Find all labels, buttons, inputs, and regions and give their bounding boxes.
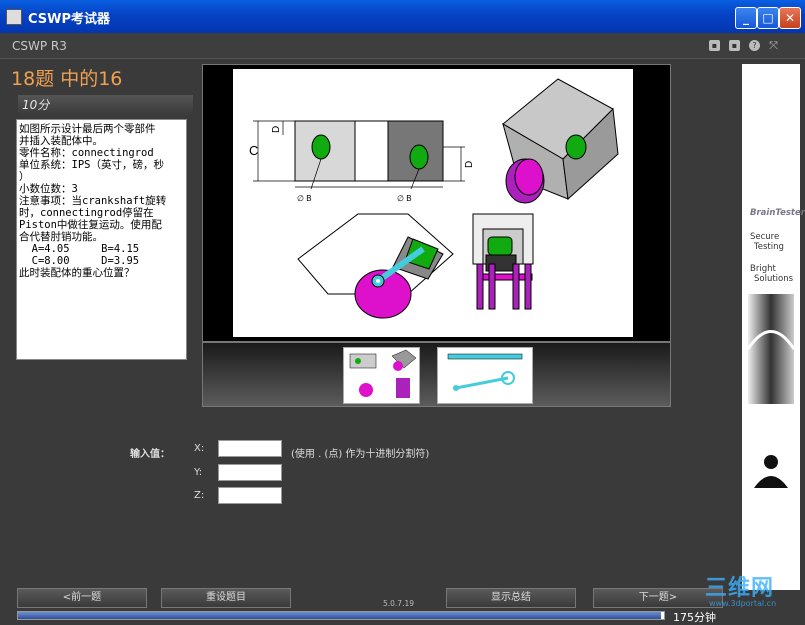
window-title: CSWP考试器 <box>28 12 111 27</box>
save-icon[interactable]: ▪ <box>709 40 720 51</box>
x-input[interactable] <box>218 440 282 457</box>
question-line: Piston中做往复运动。使用配 <box>19 219 162 231</box>
thumbnail-1[interactable] <box>343 347 420 404</box>
ad-text: Bright <box>750 264 776 274</box>
section-view <box>472 213 534 310</box>
maximize-button[interactable]: □ <box>757 7 779 29</box>
window-titlebar: CSWP考试器 _ □ ✕ <box>0 0 805 33</box>
question-line: 如图所示设计最后两个零部件 <box>19 123 156 135</box>
ortho-view: C D D ∅ B ∅ B <box>249 120 475 203</box>
question-points: 10分 <box>18 95 193 115</box>
close-button[interactable]: ✕ <box>779 7 801 29</box>
thumbnail-1-image <box>349 349 417 398</box>
question-title: 18题 中的16 <box>11 68 123 90</box>
time-remaining: 175分钟 <box>673 611 716 624</box>
crank-view <box>297 213 454 319</box>
time-progress-bar <box>17 611 665 620</box>
version-label: 5.0.7.19 <box>383 599 415 608</box>
part-drawing: C D D ∅ B ∅ B <box>249 78 619 319</box>
person-silhouette-icon <box>754 455 788 488</box>
question-image-frame: C D D ∅ B ∅ B <box>202 64 671 342</box>
dim-b-right-label: ∅ B <box>397 194 412 203</box>
metal-graphic <box>746 294 796 404</box>
ad-text: Testing <box>754 242 784 252</box>
brand-panel: BrainTester Secure Testing Bright Soluti… <box>742 64 805 590</box>
decimal-hint: (使用 . (点) 作为十进制分割符) <box>291 449 430 460</box>
question-line: 并插入装配体中。 <box>19 135 103 147</box>
thumbnail-strip <box>202 342 671 407</box>
watermark-url: www.3dportal.cn <box>709 599 777 608</box>
y-label: Y: <box>194 467 203 478</box>
question-line: ） <box>19 171 30 183</box>
question-line: 零件名称：connectingrod <box>19 147 154 159</box>
watermark-logo: 三维网 <box>705 576 775 601</box>
print-icon[interactable]: ▪ <box>729 40 740 51</box>
next-question-button[interactable]: 下一题> <box>593 588 723 608</box>
z-input[interactable] <box>218 487 282 504</box>
question-image: C D D ∅ B ∅ B <box>233 69 633 337</box>
help-icon[interactable]: ? <box>749 40 760 51</box>
question-text: 如图所示设计最后两个零部件 并插入装配体中。 零件名称：connectingro… <box>16 119 187 360</box>
minimize-button[interactable]: _ <box>735 7 757 29</box>
app-header: CSWP R3 ▪ ▪ ? ⤧ <box>0 33 805 59</box>
isometric-view <box>502 78 619 204</box>
ad-text: Secure <box>750 232 780 242</box>
input-values-label: 输入值： <box>130 449 170 460</box>
app-icon <box>6 9 22 25</box>
thumbnail-2[interactable] <box>437 347 533 404</box>
brand-logo: BrainTester <box>750 208 805 218</box>
show-summary-button[interactable]: 显示总结 <box>446 588 576 608</box>
thumbnail-2-image <box>447 353 523 391</box>
question-line: 合代替肘销功能。 <box>19 231 103 243</box>
question-line: 此时装配体的重心位置？ <box>19 267 135 279</box>
reset-question-button[interactable]: 重设题目 <box>161 588 291 608</box>
ad-text: Solutions <box>754 274 794 284</box>
app-name: CSWP R3 <box>12 39 67 53</box>
question-line: A=4.05 B=4.15 <box>19 243 140 255</box>
fullscreen-icon[interactable]: ⤧ <box>768 40 779 51</box>
time-progress-fill <box>18 612 662 619</box>
question-line: 小数位数：3 <box>19 183 78 195</box>
z-label: Z: <box>194 490 205 501</box>
question-line: 单位系统：IPS（英寸，磅，秒 <box>19 159 164 171</box>
dim-d-top-label: D <box>271 126 282 133</box>
dim-d-right-label: D <box>464 161 475 168</box>
prev-question-button[interactable]: <前一题 <box>17 588 147 608</box>
question-line: C=8.00 D=3.95 <box>19 255 140 267</box>
y-input[interactable] <box>218 464 282 481</box>
x-label: X: <box>194 443 205 454</box>
question-line: 注意事项：当crankshaft旋转 <box>19 195 167 207</box>
question-line: 时，connectingrod停留在 <box>19 207 154 219</box>
dim-c-label: C <box>249 143 258 158</box>
dim-b-left-label: ∅ B <box>297 194 312 203</box>
